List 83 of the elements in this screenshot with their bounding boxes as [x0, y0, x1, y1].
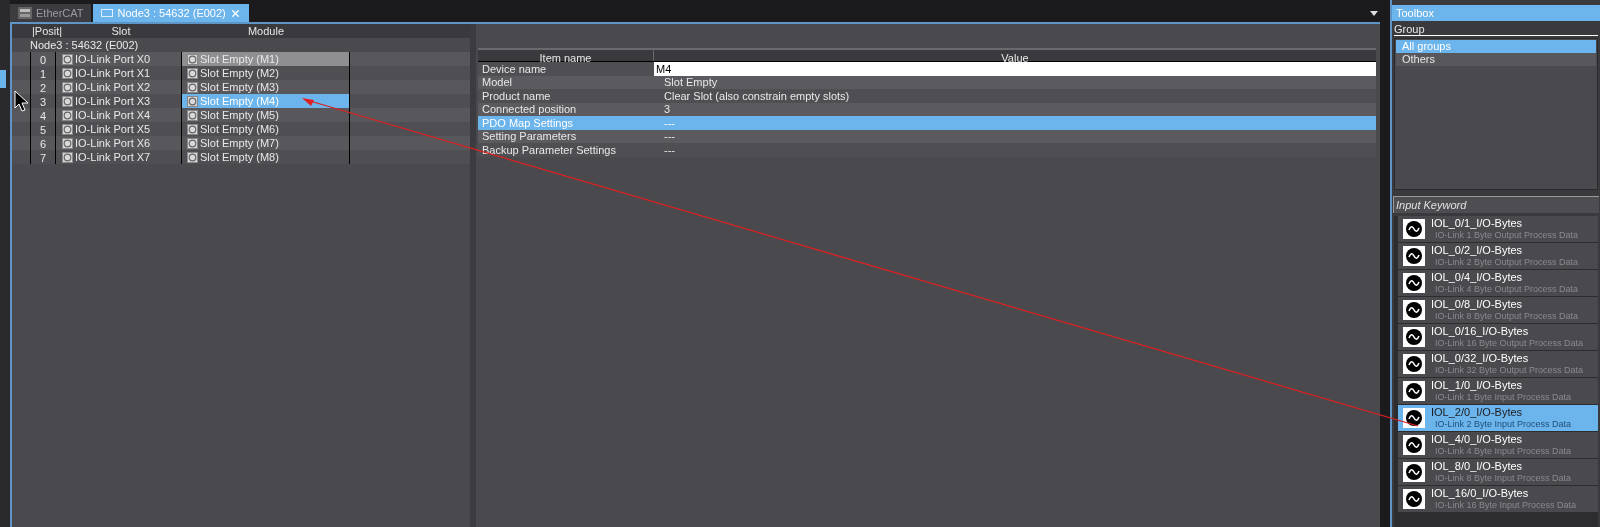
item-name: IOL_16/0_I/O-Bytes — [1431, 487, 1530, 499]
editor-tab[interactable]: EtherCAT — [10, 4, 92, 22]
window-icon — [101, 9, 114, 17]
item-name: IOL_4/0_I/O-Bytes — [1431, 433, 1524, 445]
property-name: Connected position — [481, 102, 578, 117]
module-icon — [187, 95, 198, 107]
property-value: --- — [663, 115, 676, 131]
property-row[interactable]: Backup Parameter Settings --- — [478, 143, 1376, 157]
module-icon — [187, 53, 198, 65]
item-name: IOL_0/4_I/O-Bytes — [1431, 271, 1524, 283]
toolbox-item[interactable]: IOL_0/16_I/O-Bytes IO-Link 16 Byte Output Process Data — [1398, 324, 1598, 350]
column-header[interactable]: Module — [184, 22, 348, 40]
module-icon — [1403, 462, 1425, 482]
module-icon — [62, 123, 73, 135]
ethercat-icon — [18, 7, 32, 19]
module-icon — [187, 109, 198, 121]
position-cell: 7 — [30, 150, 56, 164]
module-icon — [1403, 219, 1425, 239]
module-cell[interactable]: Slot Empty (M8) — [182, 150, 350, 164]
item-description: IO-Link 32 Byte Output Process Data — [1434, 364, 1584, 376]
item-name: IOL_2/0_I/O-Bytes — [1431, 406, 1524, 418]
module-icon — [187, 137, 198, 149]
property-name: Product name — [481, 88, 552, 104]
toolbox-item[interactable]: IOL_0/2_I/O-Bytes IO-Link 2 Byte Output Process Data — [1398, 243, 1598, 269]
module-icon — [62, 95, 73, 107]
item-name: IOL_0/2_I/O-Bytes — [1431, 244, 1524, 256]
module-icon — [1403, 381, 1425, 401]
toolbox-item[interactable]: IOL_0/8_I/O-Bytes IO-Link 8 Byte Output Process Data — [1398, 297, 1598, 323]
module-icon — [62, 109, 73, 121]
item-name: IOL_0/8_I/O-Bytes — [1431, 298, 1524, 310]
keyword-field[interactable]: Input Keyword — [1393, 196, 1599, 213]
item-description: IO-Link 1 Byte Output Process Data — [1434, 229, 1579, 241]
item-description: IO-Link 2 Byte Output Process Data — [1434, 256, 1579, 268]
module-icon — [187, 67, 198, 79]
item-description: IO-Link 8 Byte Output Process Data — [1434, 310, 1579, 322]
column-header[interactable]: Value — [654, 50, 1376, 61]
property-value: 3 — [663, 102, 672, 117]
module-icon — [1403, 354, 1425, 374]
module-icon — [187, 81, 198, 93]
toolbox-item[interactable]: IOL_2/0_I/O-Bytes IO-Link 2 Byte Input Process Data — [1398, 405, 1598, 431]
item-description: IO-Link 16 Byte Output Process Data — [1434, 337, 1584, 349]
module-icon — [62, 53, 73, 65]
property-name: Backup Parameter Settings — [481, 142, 617, 158]
item-name: IOL_0/32_I/O-Bytes — [1431, 352, 1530, 364]
module-icon — [62, 151, 73, 163]
group-label: Node3 : 54632 (E002) — [30, 37, 139, 53]
module-icon — [62, 137, 73, 149]
property-value: --- — [663, 142, 676, 158]
group-label: Group — [1394, 22, 1425, 38]
property-value: Clear Slot (also constrain empty slots) — [663, 88, 851, 104]
panel-title: Toolbox — [1396, 5, 1434, 21]
module-icon — [1403, 489, 1425, 509]
value-field[interactable]: M4 — [654, 62, 1376, 76]
toolbox-item[interactable]: IOL_0/32_I/O-Bytes IO-Link 32 Byte Output Process Data — [1398, 351, 1598, 377]
property-name: PDO Map Settings — [481, 115, 575, 131]
column-header[interactable]: Item name — [478, 50, 654, 61]
property-row[interactable]: Product name Clear Slot (also constrain empty slots) — [478, 89, 1376, 103]
item-name: IOL_0/1_I/O-Bytes — [1431, 217, 1524, 229]
group-item[interactable]: Others — [1396, 53, 1596, 66]
module-icon — [1403, 327, 1425, 347]
property-row[interactable]: Device name M4 — [478, 62, 1376, 76]
property-value: Slot Empty — [663, 75, 719, 90]
module-icon — [187, 123, 198, 135]
dropdown-caret-icon[interactable] — [1370, 11, 1378, 16]
property-name: Device name — [481, 62, 548, 77]
module-icon — [1403, 435, 1425, 455]
slot-cell[interactable]: IO-Link Port X7 — [56, 150, 182, 164]
property-value: --- — [663, 129, 676, 144]
toolbox-item[interactable]: IOL_0/1_I/O-Bytes IO-Link 1 Byte Output Process Data — [1398, 216, 1598, 242]
module-icon — [1403, 246, 1425, 266]
module-icon — [62, 81, 73, 93]
item-name: IOL_1/0_I/O-Bytes — [1431, 379, 1524, 391]
module-icon — [62, 67, 73, 79]
module-icon — [1403, 273, 1425, 293]
property-name: Model — [481, 75, 513, 90]
module-icon — [187, 151, 198, 163]
module-icon — [1403, 408, 1425, 428]
mouse-cursor-icon — [14, 90, 30, 112]
module-icon — [1403, 300, 1425, 320]
item-name: IOL_8/0_I/O-Bytes — [1431, 460, 1524, 472]
property-name: Setting Parameters — [481, 129, 578, 144]
item-description: IO-Link 2 Byte Input Process Data — [1434, 418, 1572, 430]
item-name: IOL_0/16_I/O-Bytes — [1431, 325, 1530, 337]
